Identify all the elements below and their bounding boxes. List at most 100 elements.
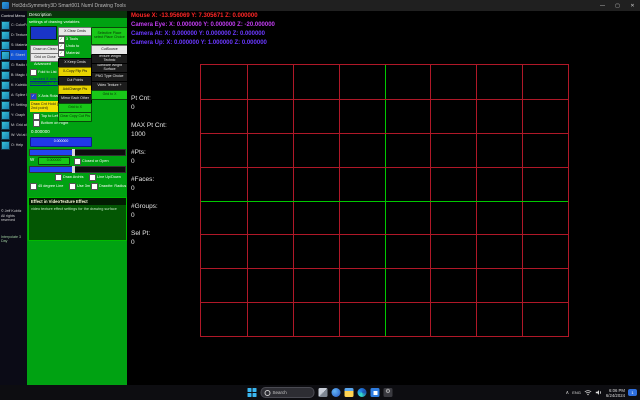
sidebar-item-label: S: Materials: [11, 43, 27, 47]
maximize-button[interactable]: ▢: [610, 0, 625, 11]
sidebar-item[interactable]: D: Texture: [0, 30, 27, 40]
settings-app-icon[interactable]: ⚙: [384, 388, 393, 397]
stat-value: 0: [131, 185, 167, 192]
slider-thumb[interactable]: [72, 149, 75, 156]
sidebar-item[interactable]: S: Materials: [0, 40, 27, 50]
clock-time: 6:06 PM: [606, 388, 625, 393]
sidebar-item[interactable]: Y: Graph: [0, 110, 27, 120]
minimize-button[interactable]: —: [595, 0, 610, 11]
material-checkbox[interactable]: Material: [58, 50, 80, 57]
checkbox-box: [69, 183, 76, 190]
x-clear-cmds-button[interactable]: X Clear Cmds: [58, 27, 92, 36]
sidebar-item[interactable]: W: Vid at Pt: [0, 130, 27, 140]
edge-icon[interactable]: [358, 388, 367, 397]
clock[interactable]: 6:06 PM 6/24/2024: [606, 388, 625, 398]
tool-icon: [1, 51, 10, 60]
stat-value: 1000: [131, 131, 167, 138]
clear-copy-cut-pts-button[interactable]: Clear Copy Cut Pts: [58, 112, 92, 122]
widgets-icon[interactable]: [332, 388, 341, 397]
desktop: Hot3dsSymmetry3D Smart001 NumI Drawing T…: [0, 0, 640, 400]
checkbox-label: 3 Tools: [66, 37, 78, 41]
tool-icon: [1, 101, 10, 110]
grid-line-horizontal: [201, 167, 568, 168]
drawthr-radius-checkbox[interactable]: Drawthr: Radius: [91, 183, 126, 190]
sidebar-item-label: D: Texture: [11, 33, 27, 37]
title-bar: Hot3dsSymmetry3D Smart001 NumI Drawing T…: [0, 0, 640, 11]
file-explorer-icon[interactable]: [345, 388, 354, 397]
grid-on-close-button[interactable]: Grid on Close: [30, 53, 60, 62]
checkbox-box: [89, 174, 96, 181]
drawing-viewport[interactable]: Mouse X: -13.956069 Y: 7.305671 Z: 0.000…: [127, 11, 640, 385]
selective-place-select-place-choice-button[interactable]: Selective Place select Place Choice: [91, 27, 127, 45]
checkbox-box: [30, 69, 37, 76]
close-button[interactable]: ✕: [625, 0, 640, 11]
slider-thumb[interactable]: [72, 166, 75, 173]
green-value-button[interactable]: 0.000000: [38, 157, 70, 165]
line-up-down-checkbox[interactable]: Line Up/Down: [89, 174, 121, 181]
checkbox-label: 45 degree Line: [38, 184, 63, 188]
stat-label: #Groups:: [131, 203, 167, 210]
sidebar-item[interactable]: E: Sheet: [0, 50, 27, 60]
stat-label: Pt Cnt:: [131, 95, 167, 102]
stat-value: 0: [131, 158, 167, 165]
sidebar-item[interactable]: K: Kaleido Obj: [0, 80, 27, 90]
grid-line-horizontal: [201, 302, 568, 303]
panel-header: Description: [27, 11, 127, 18]
search-label: Search: [273, 390, 287, 395]
drawing-grid[interactable]: [200, 64, 569, 337]
notification-badge[interactable]: 1: [628, 389, 637, 396]
sidebar-item-label: B: Magic Object: [11, 73, 27, 77]
taskbar: Search ⚙ ∧ ENG 6:06 PM 6/24/2024 1: [0, 385, 640, 400]
45-degree-line-checkbox[interactable]: 45 degree Line: [30, 183, 63, 190]
search-input[interactable]: Search: [261, 387, 315, 398]
grid-to-x-button[interactable]: Grid to X: [91, 90, 127, 100]
stat-value: 0: [131, 212, 167, 219]
stat-label: #Faces:: [131, 176, 167, 183]
color-swatch[interactable]: [30, 26, 57, 40]
checkbox-box: [33, 113, 40, 120]
language-indicator[interactable]: ENG: [572, 390, 581, 395]
use-3m-checkbox[interactable]: Use 3m: [69, 183, 90, 190]
y-slider[interactable]: [29, 166, 126, 173]
store-icon[interactable]: [371, 388, 380, 397]
checkbox-label: Fold to List: [38, 70, 57, 74]
grid-line-horizontal: [201, 99, 568, 100]
sidebar-item[interactable]: O: Help: [0, 140, 27, 150]
checkbox-label: Undo to: [66, 44, 79, 48]
start-button[interactable]: [248, 388, 257, 397]
checkbox-box: [58, 36, 65, 43]
camera-eye-readout: Camera Eye: X: 0.000000 Y: 0.000000 Z: -…: [131, 22, 275, 28]
sidebar-item[interactable]: H: Settings: [0, 100, 27, 110]
sidebar-item-label: O: Help: [11, 143, 23, 147]
panel-subheader: settings of drawing variables: [29, 19, 79, 24]
x-slider[interactable]: [29, 149, 126, 156]
3-tools-checkbox[interactable]: 3 Tools: [58, 36, 78, 43]
checkbox-label: Top to Left: [41, 114, 59, 118]
checkbox-label: Line Up/Down: [97, 175, 121, 179]
stat-label: #Pts:: [131, 149, 167, 156]
checkbox-box: [30, 183, 37, 190]
undo-to-checkbox[interactable]: Undo to: [58, 43, 79, 50]
sidebar-item-label: A: Spline Pts: [11, 93, 27, 97]
system-tray: ∧ ENG 6:06 PM 6/24/2024 1: [566, 385, 637, 400]
wifi-icon[interactable]: [584, 389, 592, 396]
tool-icon: [1, 71, 10, 80]
draw-archts-checkbox[interactable]: Draw Archts: [55, 174, 83, 181]
closed-or-open-checkbox[interactable]: Closed or Open: [74, 158, 109, 165]
tool-icon: [1, 41, 10, 50]
volume-icon[interactable]: [595, 389, 603, 396]
sidebar-item[interactable]: A: Spline Pts: [0, 90, 27, 100]
control-menu-sidebar: Control Menu C: ColorFontD: TextureS: Ma…: [0, 11, 27, 385]
sidebar-item[interactable]: G: Radio Object: [0, 60, 27, 70]
value-button[interactable]: 0.000000: [30, 137, 92, 147]
chevron-up-icon[interactable]: ∧: [566, 390, 570, 396]
top-to-left-checkbox[interactable]: Top to Left: [33, 113, 59, 120]
sidebar-item[interactable]: C: ColorFont: [0, 20, 27, 30]
grid-line-horizontal: [201, 234, 568, 235]
sidebar-item[interactable]: M: Grid at Pts: [0, 120, 27, 130]
fold-to-list-checkbox[interactable]: Fold to List: [30, 69, 57, 76]
advanced-label: Advanced: [34, 62, 51, 66]
stat-label: Sel Pt:: [131, 230, 167, 237]
sidebar-item[interactable]: B: Magic Object: [0, 70, 27, 80]
task-view-icon[interactable]: [319, 388, 328, 397]
